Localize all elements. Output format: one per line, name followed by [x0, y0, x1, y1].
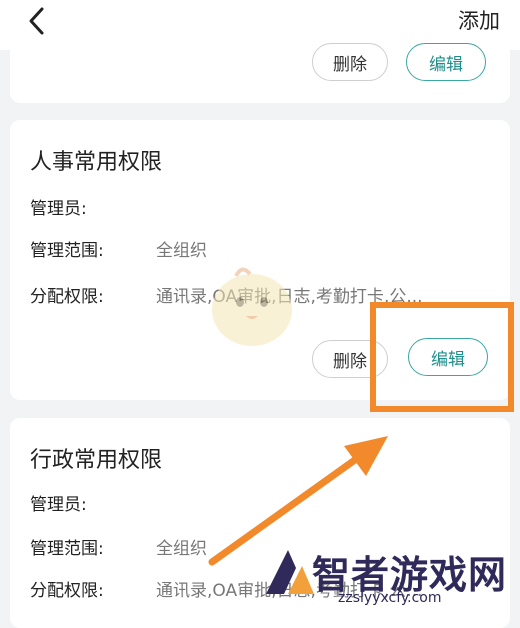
scope-value: 全组织	[156, 241, 207, 261]
chevron-left-icon	[29, 7, 44, 35]
admin-label: 管理员:	[30, 495, 87, 515]
scope-label: 管理范围:	[30, 241, 104, 261]
highlight-box	[370, 302, 514, 412]
permissions-label: 分配权限:	[30, 581, 104, 601]
delete-button[interactable]: 删除	[312, 43, 388, 81]
mascot-watermark-icon	[212, 267, 292, 346]
add-button[interactable]: 添加	[458, 5, 500, 35]
permission-card-previous: 删除 编辑	[10, 40, 510, 103]
admin-label: 管理员:	[30, 199, 87, 219]
site-url: zzslyyxcfy.com	[338, 590, 442, 606]
scope-label: 管理范围:	[30, 539, 104, 559]
back-button[interactable]	[22, 6, 52, 36]
site-logo-icon	[266, 550, 314, 594]
site-watermark: 智者游戏网 zzslyyxcfy.com	[258, 540, 520, 612]
edit-button[interactable]: 编辑	[406, 43, 486, 81]
card-title: 人事常用权限	[30, 150, 163, 175]
permissions-label: 分配权限:	[30, 287, 104, 307]
card-title: 行政常用权限	[30, 448, 163, 473]
scope-value: 全组织	[156, 539, 207, 559]
